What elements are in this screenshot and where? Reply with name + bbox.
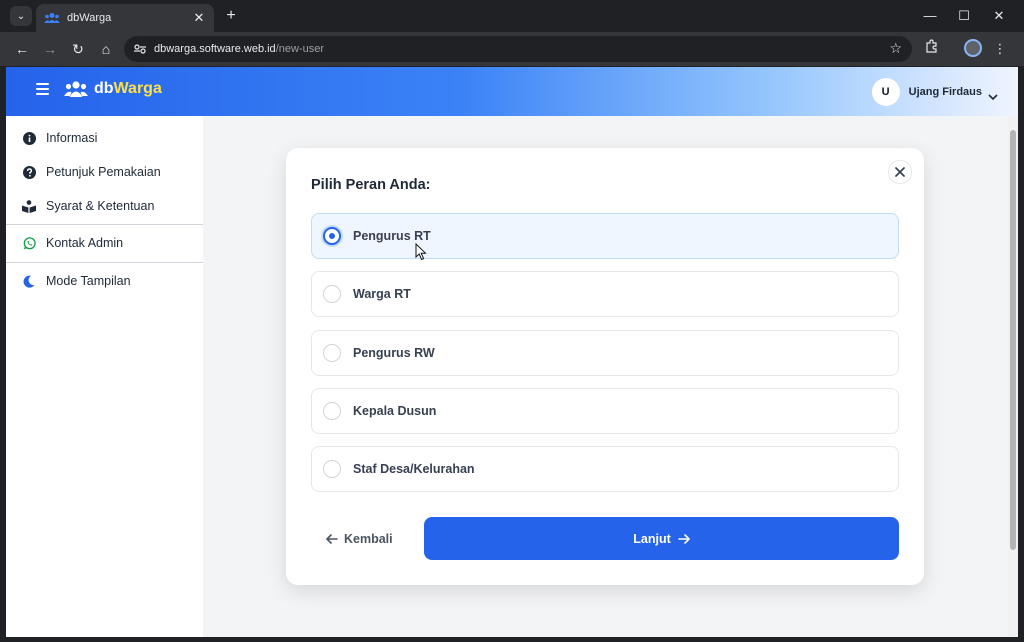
avatar: U xyxy=(871,78,900,106)
book-reader-icon xyxy=(22,199,36,213)
role-option-warga-rt[interactable]: Warga RT xyxy=(311,271,899,317)
bookmark-star-icon[interactable]: ☆ xyxy=(889,40,902,57)
url-host: dbwarga.software.web.id xyxy=(154,43,276,55)
extensions-icon[interactable] xyxy=(922,39,942,59)
mouse-cursor-icon xyxy=(415,243,427,261)
role-option-pengurus-rw[interactable]: Pengurus RW xyxy=(311,330,899,376)
forward-arrow-icon[interactable]: → xyxy=(40,39,60,59)
back-arrow-icon[interactable]: ← xyxy=(12,39,32,59)
role-option-label: Staf Desa/Kelurahan xyxy=(353,462,475,476)
role-option-label: Pengurus RT xyxy=(353,229,431,243)
sidebar-item-syarat[interactable]: Syarat & Ketentuan xyxy=(6,189,203,223)
role-selection-modal: Pilih Peran Anda: Pengurus RT Warga RT P… xyxy=(286,148,924,585)
users-icon xyxy=(64,80,88,98)
app-viewport: db Warga U Ujang Firdaus Informasi Petunj… xyxy=(6,67,1018,637)
maximize-button[interactable]: ☐ xyxy=(954,7,974,25)
next-button[interactable]: Lanjut xyxy=(424,517,899,560)
sidebar-item-petunjuk[interactable]: Petunjuk Pemakaian xyxy=(6,155,203,189)
minimize-button[interactable]: — xyxy=(920,7,940,25)
app-header: db Warga U Ujang Firdaus xyxy=(6,67,1018,116)
arrow-right-icon xyxy=(677,533,690,544)
sidebar-item-mode-tampilan[interactable]: Mode Tampilan xyxy=(6,264,203,298)
scrollbar[interactable] xyxy=(1008,116,1018,637)
user-menu[interactable]: U Ujang Firdaus xyxy=(871,78,998,106)
users-icon xyxy=(44,12,60,24)
sidebar-divider xyxy=(6,224,203,225)
brand-text-warga: Warga xyxy=(113,80,162,97)
browser-toolbar: ← → ↻ ⌂ dbwarga.software.web.id/new-user… xyxy=(0,32,1024,66)
kebab-menu-icon[interactable]: ⋮ xyxy=(990,39,1010,59)
moon-icon xyxy=(22,274,36,288)
reload-icon[interactable]: ↻ xyxy=(68,39,88,59)
back-button[interactable]: Kembali xyxy=(326,528,393,550)
sidebar-item-informasi[interactable]: Informasi xyxy=(6,121,203,155)
back-button-label: Kembali xyxy=(344,532,393,546)
info-icon xyxy=(22,131,36,145)
profile-avatar[interactable] xyxy=(964,39,982,57)
url-path: /new-user xyxy=(275,43,324,55)
question-icon xyxy=(22,165,36,179)
whatsapp-icon xyxy=(22,236,36,250)
role-option-kepala-dusun[interactable]: Kepala Dusun xyxy=(311,388,899,434)
sidebar-item-label: Petunjuk Pemakaian xyxy=(46,165,161,179)
role-option-staf-desa[interactable]: Staf Desa/Kelurahan xyxy=(311,446,899,492)
radio-button[interactable] xyxy=(323,285,341,303)
sidebar-item-kontak-admin[interactable]: Kontak Admin xyxy=(6,226,203,260)
sidebar-divider xyxy=(6,262,203,263)
role-option-pengurus-rt[interactable]: Pengurus RT xyxy=(311,213,899,259)
home-icon[interactable]: ⌂ xyxy=(96,39,116,59)
site-settings-icon[interactable] xyxy=(134,44,150,54)
sidebar-item-label: Kontak Admin xyxy=(46,236,124,250)
chevron-down-icon xyxy=(988,88,998,101)
role-option-label: Kepala Dusun xyxy=(353,404,437,418)
radio-button[interactable] xyxy=(323,460,341,478)
window-close-button[interactable]: ✕ xyxy=(989,7,1009,25)
arrow-left-icon xyxy=(326,534,338,544)
user-name: Ujang Firdaus xyxy=(908,86,982,98)
radio-button[interactable] xyxy=(323,227,341,245)
sidebar-item-label: Syarat & Ketentuan xyxy=(46,199,155,213)
role-option-label: Warga RT xyxy=(353,287,411,301)
modal-title: Pilih Peran Anda: xyxy=(311,177,431,193)
next-button-label: Lanjut xyxy=(633,531,671,546)
brand-logo[interactable]: db Warga xyxy=(64,80,162,98)
hamburger-menu-icon[interactable] xyxy=(36,83,50,95)
address-bar[interactable]: dbwarga.software.web.id/new-user ☆ xyxy=(124,36,912,62)
radio-button[interactable] xyxy=(323,344,341,362)
tab-title: dbWarga xyxy=(67,12,112,24)
radio-button[interactable] xyxy=(323,402,341,420)
role-option-label: Pengurus RW xyxy=(353,346,435,360)
scrollbar-thumb[interactable] xyxy=(1010,130,1016,550)
sidebar-item-label: Informasi xyxy=(46,131,98,145)
modal-close-button[interactable] xyxy=(888,160,912,184)
tab-search-button[interactable]: ⌄ xyxy=(10,6,32,26)
new-tab-button[interactable]: + xyxy=(222,6,240,26)
browser-tab[interactable]: dbWarga ✕ xyxy=(36,4,214,32)
close-icon[interactable]: ✕ xyxy=(192,10,206,26)
browser-tabbar: ⌄ dbWarga ✕ + — ☐ ✕ xyxy=(0,0,1024,32)
brand-text-db: db xyxy=(94,80,114,97)
sidebar: Informasi Petunjuk Pemakaian Syarat & Ke… xyxy=(6,116,203,637)
sidebar-item-label: Mode Tampilan xyxy=(46,274,131,288)
close-icon xyxy=(895,167,905,177)
